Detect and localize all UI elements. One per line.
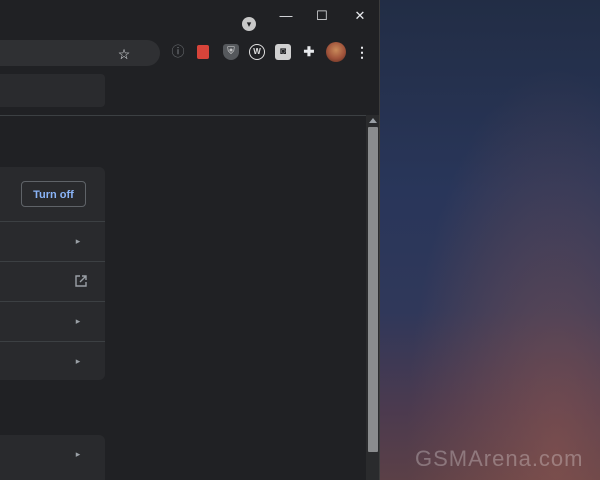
settings-row[interactable]: [0, 261, 105, 301]
minimize-button[interactable]: —: [274, 7, 298, 25]
watermark: GSMArena.com: [415, 446, 584, 471]
title-bar: ▾ — ☐ ✕: [0, 0, 379, 34]
maximize-button[interactable]: ☐: [310, 7, 334, 25]
puzzle-icon[interactable]: ✚: [301, 44, 317, 60]
sync-settings-card: Turn off ▸ ▸ ▸: [0, 167, 105, 380]
bookmark-star-icon[interactable]: ☆: [116, 46, 132, 62]
sync-row: Turn off: [0, 167, 105, 221]
settings-row[interactable]: ▸: [0, 341, 105, 380]
settings-row[interactable]: ▸: [0, 435, 105, 475]
shield-extension-icon[interactable]: ⛨: [223, 44, 239, 60]
settings-row[interactable]: ▸: [0, 221, 105, 261]
browser-window: ▾ — ☐ ✕ ☆ ⓘ ⛨ W ◙ ✚ ⋮ Turn off ▸ ▸ ▸ ▸: [0, 0, 380, 480]
chevron-right-icon: ▸: [75, 449, 81, 459]
tab-search-icon[interactable]: ▾: [242, 17, 256, 31]
chevron-right-icon: ▸: [75, 316, 81, 326]
content-divider: [0, 115, 366, 116]
scrollbar[interactable]: [366, 115, 379, 480]
profile-avatar[interactable]: [326, 42, 346, 62]
camera-extension-icon[interactable]: ◙: [275, 44, 291, 60]
settings-row[interactable]: ▸: [0, 301, 105, 341]
turn-off-button[interactable]: Turn off: [21, 181, 86, 207]
info-icon[interactable]: ⓘ: [170, 44, 186, 60]
browser-toolbar: ☆ ⓘ ⛨ W ◙ ✚ ⋮: [0, 38, 379, 68]
w-extension-icon[interactable]: W: [249, 44, 265, 60]
chevron-right-icon: ▸: [75, 356, 81, 366]
scroll-up-arrow-icon[interactable]: [369, 118, 377, 123]
menu-icon[interactable]: ⋮: [354, 44, 370, 60]
scrollbar-thumb[interactable]: [368, 127, 378, 452]
desktop-wallpaper: [380, 0, 600, 480]
close-button[interactable]: ✕: [348, 7, 372, 25]
address-bar[interactable]: ☆: [0, 40, 160, 66]
open-in-new-icon: [75, 275, 87, 287]
red-book-extension-icon[interactable]: [197, 45, 209, 59]
bookmarks-bar: [0, 74, 105, 107]
chevron-right-icon: ▸: [75, 236, 81, 246]
settings-card: ▸: [0, 435, 105, 480]
